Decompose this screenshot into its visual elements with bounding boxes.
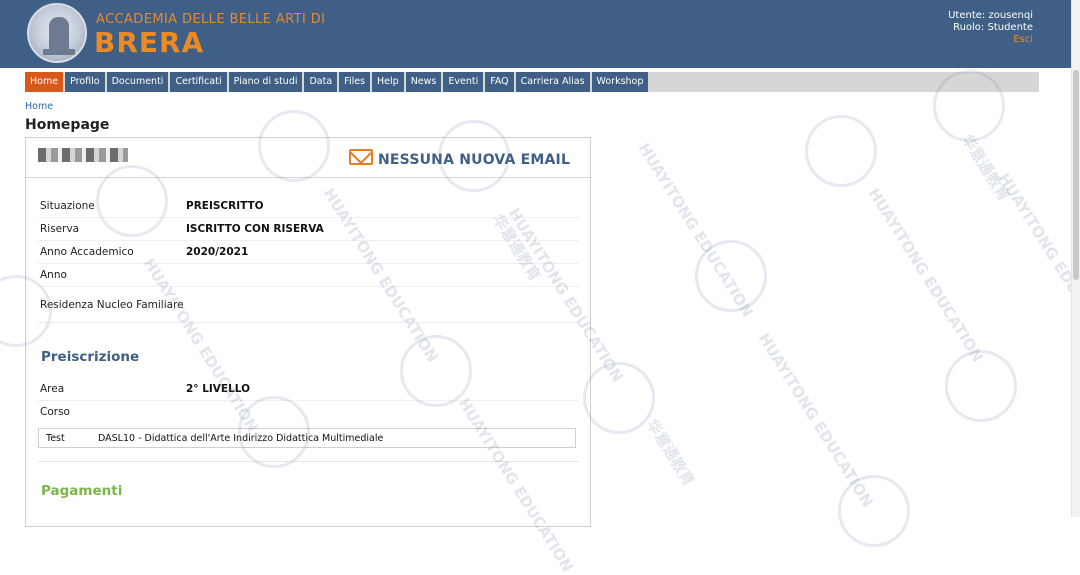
watermark-seal [838, 475, 910, 547]
main-nav: Home Profilo Documenti Certificati Piano… [25, 72, 1039, 92]
scrollbar[interactable] [1071, 0, 1080, 517]
residenza-label: Residenza Nucleo Familiare [40, 298, 184, 311]
test-label: Test [46, 432, 65, 444]
anno-label: Anno [40, 269, 67, 281]
breadcrumb[interactable]: Home [25, 101, 53, 112]
mail-status[interactable]: NESSUNA NUOVA EMAIL [378, 152, 570, 168]
row-area: Area 2° LIVELLO [38, 378, 579, 401]
user-role: Ruolo: Studente [953, 22, 1033, 33]
nav-faq[interactable]: FAQ [485, 72, 516, 92]
logout-link[interactable]: Esci [948, 34, 1033, 46]
riserva-label: Riserva [40, 223, 80, 235]
test-value: DASL10 - Didattica dell'Arte Indirizzo D… [98, 432, 384, 444]
watermark-seal [695, 240, 767, 312]
user-box: Utente: zousenqi Ruolo: Studente Esci [948, 10, 1033, 46]
envelope-icon[interactable] [349, 149, 373, 165]
anno-accademico-label: Anno Accademico [40, 246, 134, 258]
situazione-label: Situazione [40, 200, 95, 212]
scrollbar-thumb[interactable] [1073, 70, 1079, 280]
section-divider [38, 461, 579, 462]
panel-header: NESSUNA NUOVA EMAIL [26, 138, 590, 178]
student-panel: NESSUNA NUOVA EMAIL Situazione PREISCRIT… [25, 137, 591, 527]
nav-profilo[interactable]: Profilo [65, 72, 107, 92]
nav-piano-di-studi[interactable]: Piano di studi [228, 72, 305, 92]
nav-news[interactable]: News [405, 72, 444, 92]
corso-label: Corso [40, 406, 70, 418]
watermark-text: HUAYITONG EDUCATION [994, 170, 1080, 351]
row-residenza: Residenza Nucleo Familiare [38, 287, 579, 323]
row-corso: Corso [38, 401, 579, 423]
area-label: Area [40, 383, 65, 395]
nav-carriera-alias[interactable]: Carriera Alias [515, 72, 592, 92]
nav-home[interactable]: Home [25, 72, 66, 92]
nav-documenti[interactable]: Documenti [106, 72, 171, 92]
anno-accademico-value: 2020/2021 [186, 246, 249, 258]
watermark-cn: 华意通教育 [958, 131, 1014, 205]
watermark-seal [805, 115, 877, 187]
page-title: Homepage [25, 117, 110, 133]
preiscrizione-title: Preiscrizione [41, 349, 140, 365]
preiscrizione-table: Area 2° LIVELLO Corso [38, 378, 579, 423]
row-anno: Anno [38, 264, 579, 287]
top-header: ACCADEMIA DELLE BELLE ARTI DI BRERA Uten… [0, 0, 1080, 68]
row-anno-accademico: Anno Accademico 2020/2021 [38, 241, 579, 264]
brand-subtitle: ACCADEMIA DELLE BELLE ARTI DI [96, 12, 326, 27]
pagamenti-title: Pagamenti [41, 483, 123, 499]
watermark-seal [945, 350, 1017, 422]
watermark-seal [583, 362, 655, 434]
redacted-student-name [38, 148, 128, 162]
status-table: Situazione PREISCRITTO Riserva ISCRITTO … [38, 195, 579, 323]
row-riserva: Riserva ISCRITTO CON RISERVA [38, 218, 579, 241]
watermark-text: HUAYITONG EDUCATION [754, 330, 877, 511]
nav-data[interactable]: Data [304, 72, 340, 92]
situazione-value: PREISCRITTO [186, 200, 264, 212]
nav-workshop[interactable]: Workshop [591, 72, 651, 92]
test-course-row: Test DASL10 - Didattica dell'Arte Indiri… [38, 428, 576, 448]
brand-title: BRERA [94, 26, 205, 59]
nav-help[interactable]: Help [372, 72, 406, 92]
nav-certificati[interactable]: Certificati [170, 72, 229, 92]
riserva-value: ISCRITTO CON RISERVA [186, 223, 324, 235]
academy-seal-logo [27, 3, 87, 63]
watermark-cn: 华意通教育 [643, 416, 699, 490]
nav-files[interactable]: Files [339, 72, 373, 92]
user-name: Utente: zousenqi [948, 10, 1033, 21]
nav-eventi[interactable]: Eventi [443, 72, 486, 92]
watermark-text: HUAYITONG EDUCATION [864, 185, 987, 366]
row-situazione: Situazione PREISCRITTO [38, 195, 579, 218]
watermark-text: HUAYITONG EDUCATION [634, 140, 757, 321]
area-value: 2° LIVELLO [186, 383, 251, 395]
